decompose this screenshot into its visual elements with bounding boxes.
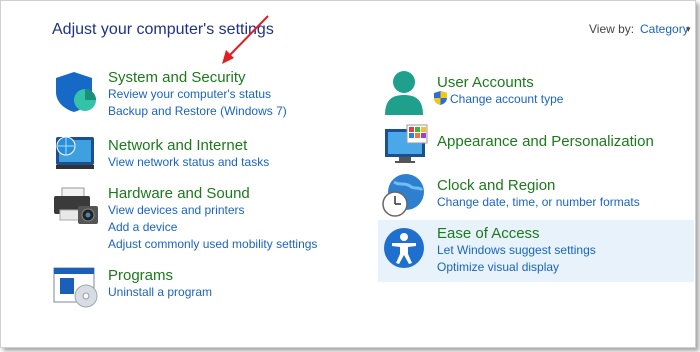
link-optimize-display[interactable]: Optimize visual display [437,259,596,276]
category-network-internet: Network and Internet View network status… [108,137,269,171]
category-title-user-accounts[interactable]: User Accounts [437,74,563,91]
category-hardware-sound: Hardware and Sound View devices and prin… [108,185,317,253]
programs-icon[interactable] [52,266,100,313]
category-title-programs[interactable]: Programs [108,267,212,284]
category-title-system-security[interactable]: System and Security [108,69,287,86]
annotation-arrow-icon [222,15,269,64]
category-title-appearance[interactable]: Appearance and Personalization [437,133,654,150]
appearance-monitor-icon[interactable] [383,123,431,170]
category-user-accounts: User Accounts Change account type [434,74,563,108]
shield-icon[interactable] [54,70,98,119]
category-clock-region: Clock and Region Change date, time, or n… [437,177,640,211]
view-by-dropdown[interactable]: Category [640,22,689,36]
link-backup-restore[interactable]: Backup and Restore (Windows 7) [108,103,287,120]
link-add-device[interactable]: Add a device [108,219,317,236]
category-title-hardware-sound[interactable]: Hardware and Sound [108,185,317,202]
link-mobility-settings[interactable]: Adjust commonly used mobility settings [108,236,317,253]
control-panel-window [0,0,696,348]
category-title-ease-of-access[interactable]: Ease of Access [437,225,596,242]
category-system-security: System and Security Review your computer… [108,69,287,120]
category-ease-of-access: Ease of Access Let Windows suggest setti… [437,225,596,276]
link-change-account-type[interactable]: Change account type [450,92,563,106]
category-title-clock-region[interactable]: Clock and Region [437,177,640,194]
link-network-status[interactable]: View network status and tasks [108,154,269,171]
link-suggest-settings[interactable]: Let Windows suggest settings [437,242,596,259]
category-programs: Programs Uninstall a program [108,267,212,301]
view-by-label: View by: [589,22,635,36]
network-globe-icon[interactable] [52,133,98,178]
user-accounts-icon[interactable] [383,69,429,122]
uac-shield-icon [434,91,447,105]
category-appearance: Appearance and Personalization [437,133,654,150]
link-devices-printers[interactable]: View devices and printers [108,202,317,219]
link-review-status[interactable]: Review your computer's status [108,86,287,103]
link-date-time-formats[interactable]: Change date, time, or number formats [437,194,640,211]
category-title-network-internet[interactable]: Network and Internet [108,137,269,154]
link-uninstall-program[interactable]: Uninstall a program [108,284,212,301]
ease-of-access-icon[interactable] [383,225,427,276]
clock-globe-icon[interactable] [380,172,428,225]
printer-icon[interactable] [52,186,100,231]
chevron-down-icon[interactable]: ▾ [686,24,691,35]
link-change-account-type-row[interactable]: Change account type [434,91,563,108]
